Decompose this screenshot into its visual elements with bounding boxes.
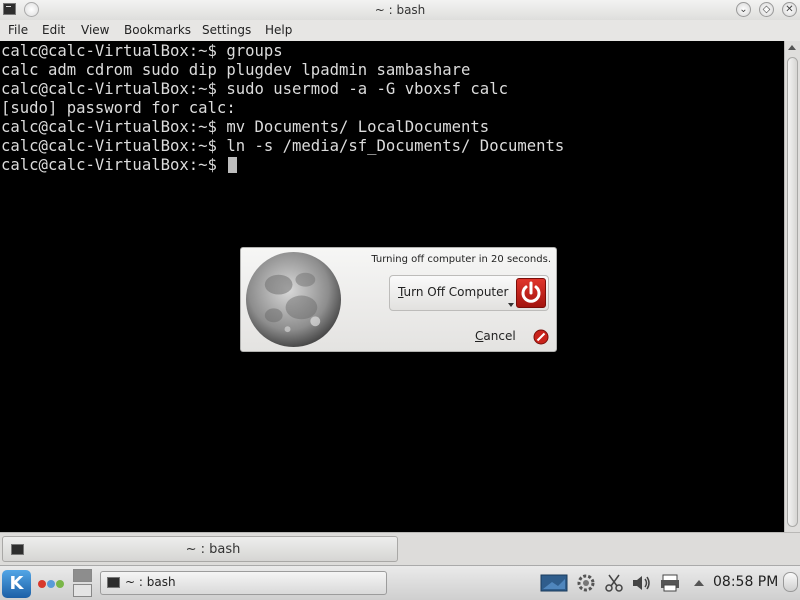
close-button[interactable]: ✕ (782, 2, 797, 17)
terminal-prompt: calc@calc-VirtualBox:~$ (1, 156, 227, 174)
scroll-up-arrow-icon[interactable] (788, 45, 796, 50)
tab-bar: ~ : bash (0, 532, 800, 565)
terminal-icon (107, 577, 120, 588)
cancel-button[interactable]: Cancel (464, 326, 552, 348)
cancel-icon (533, 329, 549, 345)
menu-bar: File Edit View Bookmarks Settings Help (0, 20, 800, 41)
clock[interactable]: 08:58 PM (713, 574, 778, 590)
power-icon (516, 278, 546, 308)
menu-bookmarks[interactable]: Bookmarks (124, 23, 191, 37)
terminal-lines: calc@calc-VirtualBox:~$ groups calc adm … (1, 42, 564, 175)
taskbar-panel: K ~ : bash 08:58 PM (0, 565, 800, 600)
shutdown-dialog: Turning off computer in 20 seconds. Turn… (240, 247, 557, 352)
terminal-prompt-line: calc@calc-VirtualBox:~$ (1, 156, 564, 175)
klipper-scissors-icon[interactable] (603, 573, 625, 593)
panel-toolbox-button[interactable] (783, 572, 798, 592)
turn-off-label: Turn Off Computer (398, 285, 509, 299)
terminal-line: calc@calc-VirtualBox:~$ mv Documents/ Lo… (1, 118, 490, 136)
moon-icon (245, 251, 342, 348)
desktop-2[interactable] (73, 584, 92, 597)
tab-label: ~ : bash (185, 542, 241, 557)
terminal-line: calc@calc-VirtualBox:~$ groups (1, 42, 283, 60)
desktop-icon[interactable] (540, 573, 568, 593)
kde-menu-button[interactable]: K (2, 570, 31, 598)
scrollbar-thumb[interactable] (787, 57, 798, 527)
activities-icon[interactable] (38, 580, 68, 590)
dropdown-arrow-icon[interactable] (508, 303, 514, 307)
network-settings-icon[interactable] (575, 573, 597, 593)
tab-bash[interactable]: ~ : bash (2, 536, 398, 562)
terminal-line: calc@calc-VirtualBox:~$ sudo usermod -a … (1, 80, 508, 98)
volume-icon[interactable] (630, 573, 652, 593)
virtual-desktop-pager[interactable] (73, 569, 93, 598)
cancel-label: Cancel (475, 329, 516, 343)
menu-edit[interactable]: Edit (42, 23, 65, 37)
terminal-line: [sudo] password for calc: (1, 99, 236, 117)
menu-file[interactable]: File (8, 23, 28, 37)
expand-arrow-icon[interactable] (692, 573, 706, 593)
menu-help[interactable]: Help (265, 23, 292, 37)
minimize-button[interactable]: ⌄ (736, 2, 751, 17)
shutdown-countdown-message: Turning off computer in 20 seconds. (371, 254, 551, 265)
taskbar-task-bash[interactable]: ~ : bash (100, 571, 387, 595)
menu-view[interactable]: View (81, 23, 109, 37)
desktop-1[interactable] (73, 569, 92, 582)
window-titlebar: ~ : bash ⌄ ◇ ✕ (0, 0, 800, 21)
printer-icon[interactable] (659, 573, 681, 593)
terminal-line: calc adm cdrom sudo dip plugdev lpadmin … (1, 61, 471, 79)
window-title: ~ : bash (374, 3, 426, 17)
task-label: ~ : bash (125, 575, 176, 589)
maximize-button[interactable]: ◇ (759, 2, 774, 17)
menu-settings[interactable]: Settings (202, 23, 251, 37)
vertical-scrollbar[interactable] (784, 41, 800, 532)
turn-off-computer-button[interactable]: Turn Off Computer (389, 275, 549, 311)
terminal-line: calc@calc-VirtualBox:~$ ln -s /media/sf_… (1, 137, 565, 155)
text-cursor (228, 157, 238, 173)
